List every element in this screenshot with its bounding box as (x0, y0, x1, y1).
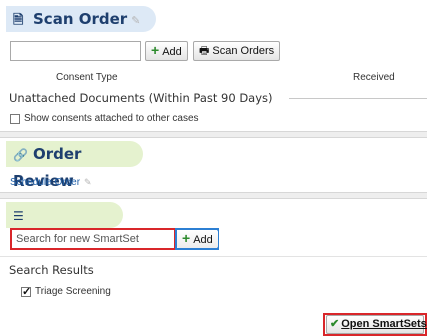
order-review-icon: 🔗 (13, 148, 28, 162)
scan-order-title: Scan Order (33, 10, 128, 28)
unattached-documents-heading: Unattached Documents (Within Past 90 Day… (9, 91, 273, 105)
plus-icon: + (182, 230, 191, 246)
section-divider (0, 192, 427, 199)
received-column-header: Received (353, 72, 395, 83)
scan-order-add-button[interactable]: + Add (145, 41, 188, 61)
scan-order-icon: 🗎 (13, 13, 24, 28)
pencil-icon[interactable]: ✎ (131, 14, 140, 27)
smartsets-header: ☰SmartSets✎ (6, 202, 123, 251)
triage-screening-checkbox[interactable] (21, 285, 31, 298)
order-review-header: 🔗 Order Review (6, 141, 143, 190)
smartsets-icon: ☰ (13, 209, 24, 223)
open-smartsets-button[interactable]: ✔ Open SmartSets (326, 315, 427, 334)
smartsets-add-button[interactable]: + Add (177, 230, 218, 248)
consent-type-column-header: Consent Type (56, 72, 118, 83)
triage-screening-label: Triage Screening (35, 286, 111, 297)
show-consents-checkbox[interactable] (10, 114, 20, 124)
checkmark-icon: ✔ (330, 318, 340, 330)
schedule-order-link[interactable]: Schedule Order ✎ (10, 177, 92, 188)
edit-icon: ✎ (84, 177, 92, 187)
smartset-search-input[interactable] (12, 230, 174, 248)
section-divider (0, 131, 427, 138)
show-consents-label: Show consents attached to other cases (24, 113, 199, 124)
smartsets-results-rule (0, 256, 427, 257)
search-results-heading: Search Results (9, 263, 94, 277)
scan-order-header: 🗎 Scan Order ✎ (6, 6, 156, 32)
heading-rule (289, 98, 427, 99)
plus-icon: + (151, 42, 160, 58)
scanner-icon: 🖶 (199, 45, 210, 57)
scan-order-input[interactable] (10, 41, 141, 61)
scan-orders-button[interactable]: 🖶 Scan Orders (193, 41, 281, 61)
